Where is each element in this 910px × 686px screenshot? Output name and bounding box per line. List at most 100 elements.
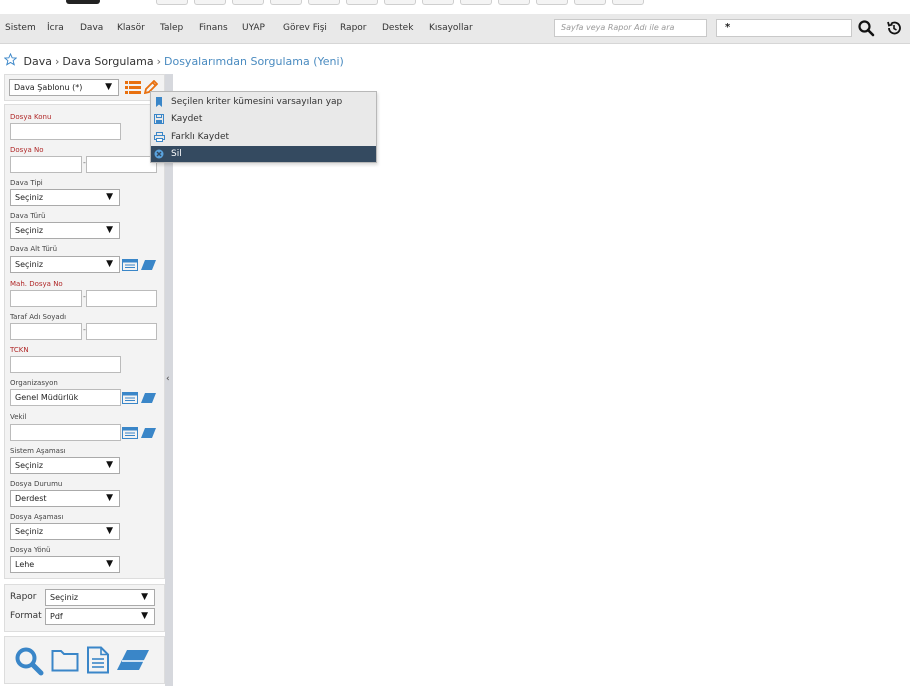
top-tab[interactable] — [156, 0, 188, 5]
eraser-icon[interactable] — [140, 392, 157, 407]
mah-dosya-no-number-input[interactable] — [86, 290, 157, 307]
top-tab[interactable] — [270, 0, 302, 5]
sidebar-collapse-bar[interactable]: ‹ — [165, 74, 173, 686]
quick-code-input[interactable]: * — [716, 19, 852, 37]
format-select[interactable]: Pdf ▼ — [45, 608, 155, 625]
menu-item-delete[interactable]: Sil — [151, 146, 376, 162]
chevron-left-icon[interactable]: ‹ — [166, 374, 170, 384]
chevron-down-icon: ▼ — [141, 592, 148, 602]
vekil-input[interactable] — [10, 424, 121, 441]
chevron-down-icon: ▼ — [106, 493, 113, 503]
menu-item-dava[interactable]: Dava — [80, 14, 103, 43]
taraf-soyadi-input[interactable] — [86, 323, 157, 340]
dosya-asamasi-label: Dosya Aşaması — [10, 513, 64, 521]
star-icon[interactable] — [3, 52, 18, 69]
dosya-yonu-value: Lehe — [15, 560, 35, 569]
search-icon[interactable] — [14, 646, 44, 679]
breadcrumb-dava[interactable]: Dava — [24, 55, 52, 68]
breadcrumb: Dava › Dava Sorgulama › Dosyalarımdan Sorgul… — [3, 52, 344, 69]
rapor-value: Seçiniz — [50, 593, 79, 602]
dosya-asamasi-value: Seçiniz — [15, 527, 44, 536]
top-tab[interactable] — [384, 0, 416, 5]
menu-item-sistem[interactable]: Sistem — [5, 14, 36, 43]
dava-turu-select[interactable]: Seçiniz ▼ — [10, 222, 120, 239]
top-tab[interactable] — [574, 0, 606, 5]
organizasyon-label: Organizasyon — [10, 379, 58, 387]
chevron-down-icon: ▼ — [106, 225, 113, 235]
search-icon[interactable] — [857, 19, 875, 37]
rapor-select[interactable]: Seçiniz ▼ — [45, 589, 155, 606]
template-select[interactable]: Dava Şablonu (*) ▼ — [9, 79, 119, 96]
chevron-down-icon: ▼ — [106, 259, 113, 269]
chevron-down-icon: ▼ — [106, 526, 113, 536]
top-tab[interactable] — [612, 0, 644, 5]
filter-panel — [4, 104, 165, 579]
menu-item-kisayollar[interactable]: Kısayollar — [429, 14, 473, 43]
eraser-icon[interactable] — [140, 259, 157, 274]
top-tab[interactable] — [346, 0, 378, 5]
menu-item-rapor[interactable]: Rapor — [340, 14, 367, 43]
menu-item-talep[interactable]: Talep — [160, 14, 183, 43]
dosya-asamasi-select[interactable]: Seçiniz ▼ — [10, 523, 120, 540]
menu-item-gorev-fisi[interactable]: Görev Fişi — [283, 14, 327, 43]
top-tab[interactable] — [194, 0, 226, 5]
top-tab[interactable] — [460, 0, 492, 5]
breadcrumb-current: Dosyalarımdan Sorgulama (Yeni) — [164, 54, 344, 68]
top-tab[interactable] — [536, 0, 568, 5]
top-tab[interactable] — [308, 0, 340, 5]
table-icon[interactable] — [122, 259, 138, 274]
rapor-label: Rapor — [10, 592, 37, 602]
top-tab[interactable] — [422, 0, 454, 5]
menu-item-destek[interactable]: Destek — [382, 14, 413, 43]
tckn-input[interactable] — [10, 356, 121, 373]
menu-item-icra[interactable]: İcra — [47, 14, 64, 43]
breadcrumb-dava-sorgulama[interactable]: Dava Sorgulama — [62, 55, 153, 68]
dava-tipi-select[interactable]: Seçiniz ▼ — [10, 189, 120, 206]
breadcrumb-separator: › — [54, 54, 60, 68]
menu-item-uyap[interactable]: UYAP — [242, 14, 265, 43]
document-icon[interactable] — [86, 646, 110, 677]
sistem-asamasi-select[interactable]: Seçiniz ▼ — [10, 457, 120, 474]
top-tab[interactable] — [232, 0, 264, 5]
sistem-asamasi-label: Sistem Aşaması — [10, 447, 66, 455]
chevron-down-icon: ▼ — [105, 82, 112, 92]
dosya-yonu-select[interactable]: Lehe ▼ — [10, 556, 120, 573]
eraser-icon[interactable] — [140, 427, 157, 442]
tckn-label: TCKN — [10, 346, 29, 354]
chevron-down-icon: ▼ — [106, 559, 113, 569]
dosya-konu-input[interactable] — [10, 123, 121, 140]
page-search-input[interactable]: Sayfa veya Rapor Adı ile ara — [554, 19, 707, 37]
organizasyon-input[interactable]: Genel Müdürlük — [10, 389, 121, 406]
template-panel: Dava Şablonu (*) ▼ — [4, 74, 165, 101]
dosya-no-number-input[interactable] — [86, 156, 157, 173]
dava-alt-turu-select[interactable]: Seçiniz ▼ — [10, 256, 120, 273]
sistem-asamasi-value: Seçiniz — [15, 461, 44, 470]
table-icon[interactable] — [122, 392, 138, 407]
menu-item-set-default[interactable]: Seçilen kriter kümesini varsayılan yap — [151, 94, 376, 110]
top-tab[interactable] — [498, 0, 530, 5]
table-icon[interactable] — [122, 427, 138, 442]
dosya-yonu-label: Dosya Yönü — [10, 546, 51, 554]
eraser-icon[interactable] — [116, 649, 150, 674]
menu-item-save[interactable]: Kaydet — [151, 111, 376, 127]
chevron-down-icon: ▼ — [106, 192, 113, 202]
print-icon — [154, 132, 165, 142]
menu-item-label: Sil — [171, 149, 182, 159]
breadcrumb-separator: › — [156, 54, 161, 68]
list-icon[interactable] — [125, 81, 141, 97]
format-value: Pdf — [50, 612, 63, 621]
taraf-adi-input[interactable] — [10, 323, 82, 340]
menu-item-klasor[interactable]: Klasör — [117, 14, 145, 43]
mah-dosya-no-year-input[interactable] — [10, 290, 82, 307]
dava-turu-value: Seçiniz — [15, 226, 44, 235]
history-icon[interactable] — [885, 19, 903, 37]
dosya-konu-label: Dosya Konu — [10, 113, 52, 121]
dava-alt-turu-value: Seçiniz — [15, 260, 44, 269]
dosya-no-year-input[interactable] — [10, 156, 82, 173]
folder-icon[interactable] — [51, 648, 79, 675]
dosya-durumu-select[interactable]: Derdest ▼ — [10, 490, 120, 507]
menu-item-label: Kaydet — [171, 114, 203, 124]
menu-item-finans[interactable]: Finans — [199, 14, 228, 43]
menu-item-save-as[interactable]: Farklı Kaydet — [151, 129, 376, 145]
dava-tipi-label: Dava Tipi — [10, 179, 43, 187]
